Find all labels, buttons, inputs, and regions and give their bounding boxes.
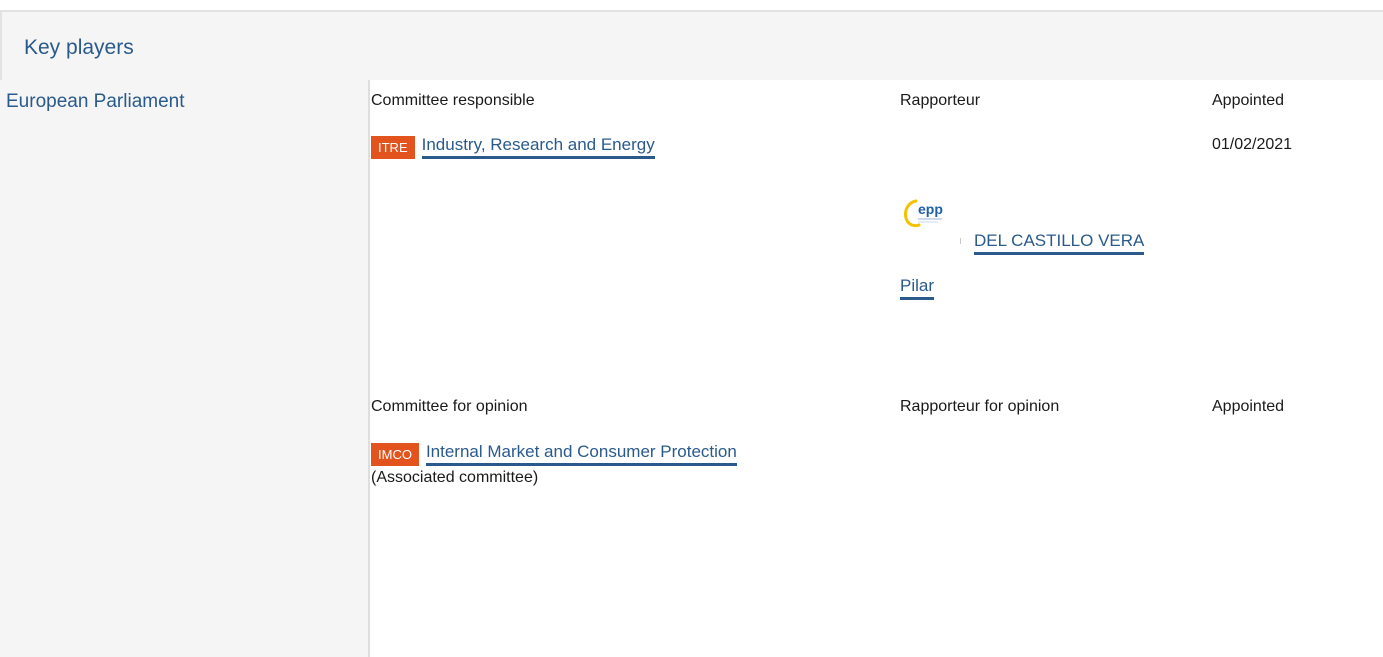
rapporteur-link-line1[interactable]: DEL CASTILLO VERA — [974, 231, 1145, 255]
committee-link-imco[interactable]: Internal Market and Consumer Protection — [425, 442, 737, 466]
committee-responsible-row: ITRE Industry, Research and Energy — [371, 135, 655, 159]
associated-committee-note: (Associated committee) — [371, 469, 539, 486]
committee-link-itre[interactable]: Industry, Research and Energy — [421, 135, 655, 159]
committee-responsible-heading: Committee responsible — [371, 92, 535, 109]
key-players-body: European Parliament Committee responsibl… — [0, 80, 1383, 657]
epp-group-logo: epp — [898, 190, 963, 238]
rapporteur-heading: Rapporteur — [900, 92, 981, 109]
section-title: Key players — [24, 36, 134, 59]
logo-divider — [960, 238, 961, 244]
rapporteur-link-line2[interactable]: Pilar — [900, 276, 935, 300]
epp-logo-icon: epp — [903, 199, 943, 228]
epp-logo-text: epp — [918, 201, 943, 217]
key-players-header: Key players — [0, 10, 1383, 80]
committee-code-badge: ITRE — [371, 135, 415, 159]
institution-label: European Parliament — [6, 91, 185, 112]
committee-opinion-heading: Committee for opinion — [371, 398, 528, 415]
opinion-appointed-heading: Appointed — [1212, 398, 1285, 415]
rapporteur-opinion-heading: Rapporteur for opinion — [900, 398, 1060, 415]
committee-code-badge-imco: IMCO — [371, 442, 419, 466]
committee-opinion-row: IMCO Internal Market and Consumer Protec… — [371, 442, 737, 466]
institution-column: European Parliament — [0, 80, 370, 657]
appointed-heading: Appointed — [1212, 92, 1285, 109]
appointed-date: 01/02/2021 — [1212, 136, 1293, 153]
